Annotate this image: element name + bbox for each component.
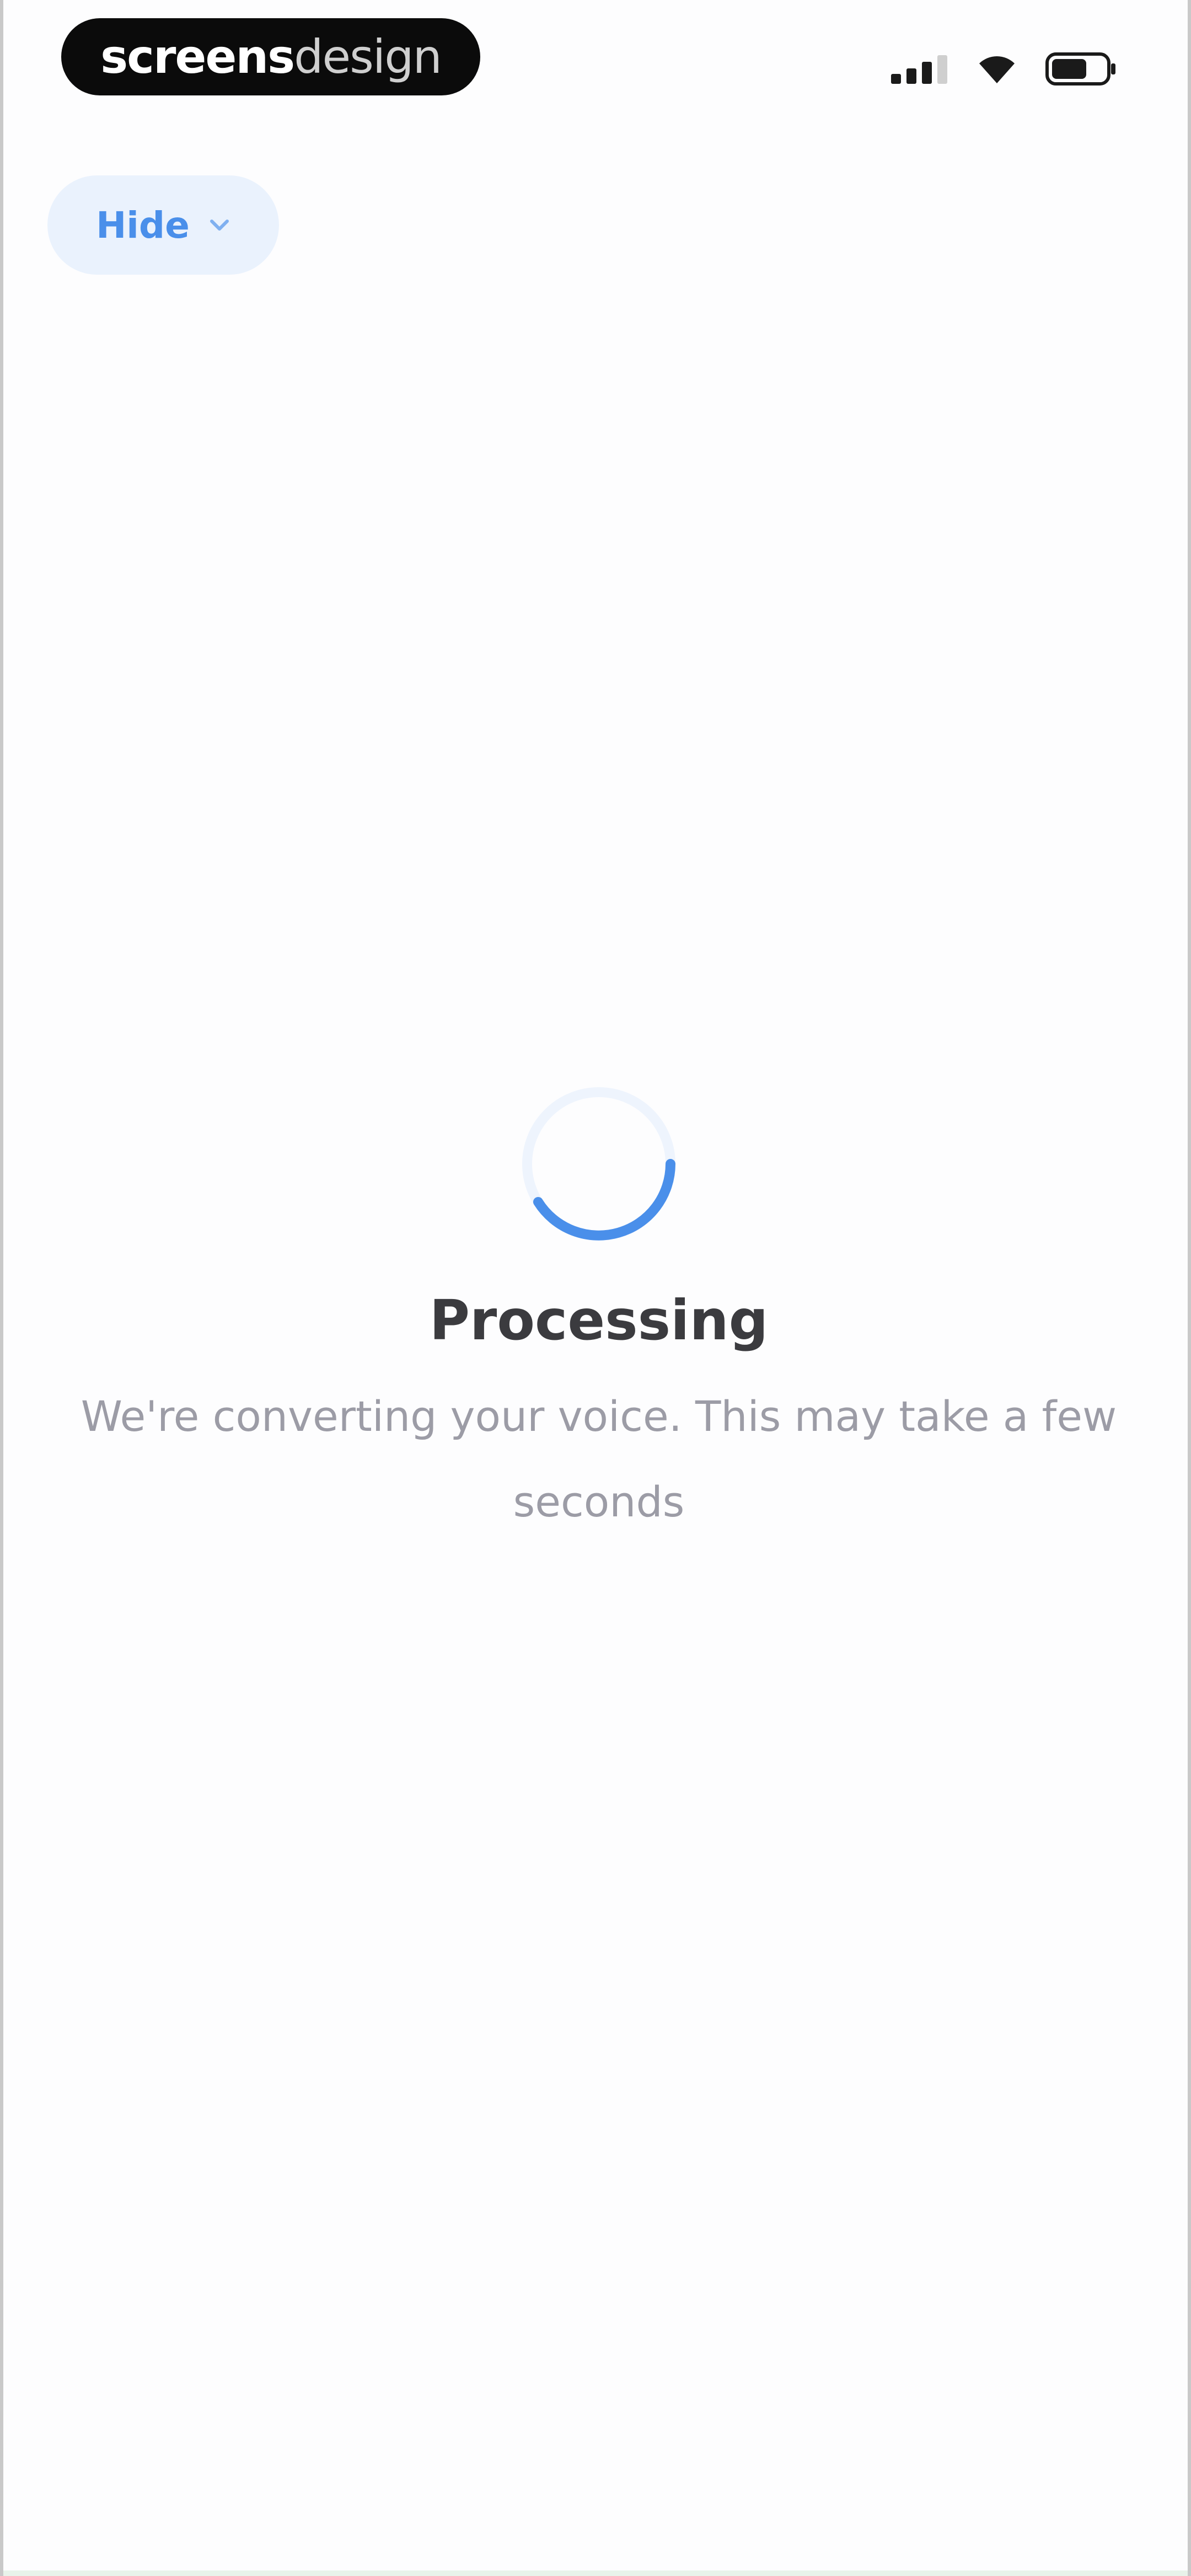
signal-icon	[891, 55, 947, 84]
brand-wordmark-light: design	[294, 30, 442, 84]
battery-icon	[1045, 52, 1115, 85]
brand-wordmark-bold: screens	[100, 30, 295, 84]
chevron-down-icon	[210, 220, 229, 231]
hide-button[interactable]: Hide	[47, 175, 279, 275]
brand-wordmark: screensdesign	[100, 30, 442, 84]
status-bar: screensdesign	[3, 0, 1191, 132]
processing-message: We're converting your voice. This may ta…	[81, 1392, 1117, 1526]
app-screen: screensdesign Hide Processing We're conv…	[0, 0, 1191, 2576]
processing-title: Processing	[429, 1288, 769, 1353]
status-icons	[891, 52, 1117, 85]
loading-spinner-icon	[516, 1081, 682, 1247]
hide-button-label: Hide	[96, 204, 190, 247]
brand-logo: screensdesign	[61, 18, 480, 95]
wifi-icon	[979, 56, 1015, 83]
